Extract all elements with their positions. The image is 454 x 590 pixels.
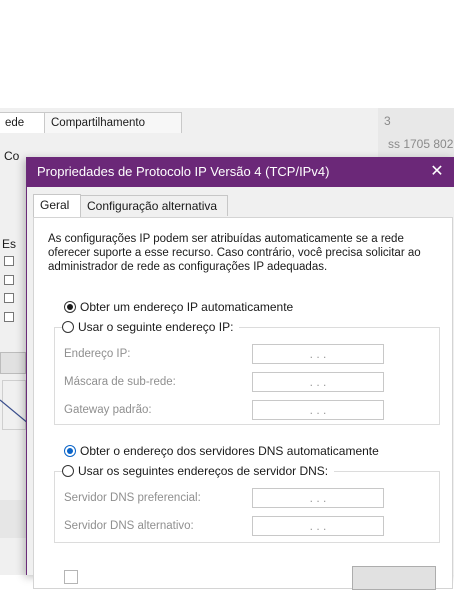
preferred-dns-input[interactable]: . . . bbox=[252, 488, 384, 508]
ip-auto-label: Obter um endereço IP automaticamente bbox=[80, 300, 294, 314]
close-button[interactable]: ✕ bbox=[419, 157, 454, 187]
dns-auto-radio[interactable] bbox=[64, 445, 76, 457]
subnet-mask-input[interactable]: . . . bbox=[252, 372, 384, 392]
dns-manual-label: Usar os seguintes endereços de servidor … bbox=[78, 464, 329, 478]
dns-manual-radio[interactable] bbox=[62, 465, 74, 477]
dns-manual-option[interactable]: Usar os seguintes endereços de servidor … bbox=[62, 464, 335, 478]
alternate-dns-input[interactable]: . . . bbox=[252, 516, 384, 536]
ip-manual-label: Usar o seguinte endereço IP: bbox=[78, 320, 234, 334]
ip-manual-radio[interactable] bbox=[62, 321, 74, 333]
intro-text: As configurações IP podem ser atribuídas… bbox=[48, 233, 421, 273]
subnet-mask-label: Máscara de sub-rede: bbox=[64, 376, 176, 388]
preferred-dns-label: Servidor DNS preferencial: bbox=[64, 492, 201, 504]
dns-auto-option[interactable]: Obter o endereço dos servidores DNS auto… bbox=[64, 444, 379, 458]
tab-panel-geral: As configurações IP podem ser atribuídas… bbox=[33, 217, 453, 590]
tcp-ipv4-properties-dialog: Propriedades de Protocolo IP Versão 4 (T… bbox=[26, 157, 454, 590]
tab-configuracao-alternativa[interactable]: Configuração alternativa bbox=[80, 195, 228, 216]
ip-manual-option[interactable]: Usar o seguinte endereço IP: bbox=[62, 320, 240, 334]
tab-geral[interactable]: Geral bbox=[33, 194, 81, 217]
default-gateway-input[interactable]: . . . bbox=[252, 400, 384, 420]
dialog-title: Propriedades de Protocolo IP Versão 4 (T… bbox=[37, 164, 330, 179]
validate-on-exit-checkbox[interactable] bbox=[64, 570, 78, 584]
advanced-button[interactable] bbox=[352, 566, 436, 590]
dns-auto-label: Obter o endereço dos servidores DNS auto… bbox=[80, 444, 379, 458]
ip-auto-option[interactable]: Obter um endereço IP automaticamente bbox=[64, 300, 293, 314]
alternate-dns-label: Servidor DNS alternativo: bbox=[64, 520, 194, 532]
default-gateway-label: Gateway padrão: bbox=[64, 404, 152, 416]
close-icon: ✕ bbox=[430, 163, 444, 180]
dialog-titlebar[interactable]: Propriedades de Protocolo IP Versão 4 (T… bbox=[27, 157, 454, 187]
ip-address-input[interactable]: . . . bbox=[252, 344, 384, 364]
ip-auto-radio[interactable] bbox=[64, 301, 76, 313]
ip-address-label: Endereço IP: bbox=[64, 348, 131, 360]
